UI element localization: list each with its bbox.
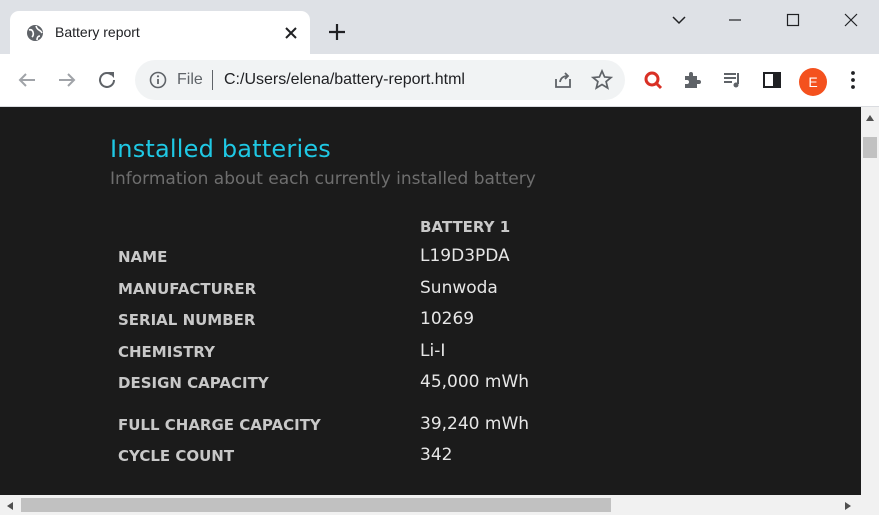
bookmark-star-icon[interactable] xyxy=(590,68,614,92)
globe-icon xyxy=(27,25,43,41)
scroll-up-arrow-icon[interactable] xyxy=(865,114,875,122)
side-panel-icon[interactable] xyxy=(760,68,784,92)
row-value-manufacturer: Sunwoda xyxy=(420,278,498,298)
back-icon[interactable] xyxy=(15,68,39,92)
row-label-full-charge-capacity: FULL CHARGE CAPACITY xyxy=(118,416,321,434)
row-value-name: L19D3PDA xyxy=(420,246,510,266)
battery-report-page: Installed batteries Information about ea… xyxy=(0,107,861,495)
forward-icon[interactable] xyxy=(55,68,79,92)
row-label-cycle-count: CYCLE COUNT xyxy=(118,447,235,465)
maximize-button[interactable] xyxy=(779,8,807,32)
tab-search-chevron-icon[interactable] xyxy=(665,8,693,32)
media-queue-icon[interactable] xyxy=(721,68,745,92)
tab-strip: Battery report xyxy=(0,0,879,54)
address-bar[interactable]: File C:/Users/elena/battery-report.html xyxy=(135,60,625,100)
minimize-button[interactable] xyxy=(721,8,749,32)
row-label-chemistry: CHEMISTRY xyxy=(118,343,215,361)
row-label-serial-number: SERIAL NUMBER xyxy=(118,311,256,329)
scroll-left-arrow-icon[interactable] xyxy=(6,501,14,511)
vertical-scrollbar[interactable] xyxy=(861,107,879,495)
section-subheading: Information about each currently install… xyxy=(110,169,536,189)
browser-toolbar: File C:/Users/elena/battery-report.html … xyxy=(0,54,879,107)
close-tab-icon[interactable] xyxy=(281,23,301,43)
extensions-puzzle-icon[interactable] xyxy=(681,68,705,92)
share-icon[interactable] xyxy=(551,68,575,92)
tab-title: Battery report xyxy=(55,24,140,40)
scroll-right-arrow-icon[interactable] xyxy=(844,501,852,511)
section-heading: Installed batteries xyxy=(110,135,332,163)
row-value-chemistry: Li-I xyxy=(420,341,446,361)
row-label-manufacturer: MANUFACTURER xyxy=(118,280,257,298)
vertical-scroll-thumb[interactable] xyxy=(863,137,877,158)
search-extension-icon[interactable] xyxy=(641,68,665,92)
row-value-full-charge-capacity: 39,240 mWh xyxy=(420,414,530,434)
row-label-name: NAME xyxy=(118,248,168,266)
more-menu-icon[interactable] xyxy=(841,68,865,92)
new-tab-button[interactable] xyxy=(326,21,348,43)
close-window-button[interactable] xyxy=(837,8,865,32)
tab-battery-report[interactable]: Battery report xyxy=(10,11,310,54)
row-value-cycle-count: 342 xyxy=(420,445,453,465)
info-icon[interactable] xyxy=(149,71,167,89)
row-value-design-capacity: 45,000 mWh xyxy=(420,372,530,392)
omnibox-divider xyxy=(212,70,213,90)
url-text[interactable]: C:/Users/elena/battery-report.html xyxy=(224,71,465,89)
profile-avatar[interactable]: E xyxy=(799,68,827,96)
row-label-design-capacity: DESIGN CAPACITY xyxy=(118,374,269,392)
row-value-serial-number: 10269 xyxy=(420,309,475,329)
battery-column-header: BATTERY 1 xyxy=(420,218,511,236)
horizontal-scroll-thumb[interactable] xyxy=(21,498,611,512)
scheme-label: File xyxy=(177,71,203,88)
reload-icon[interactable] xyxy=(95,68,119,92)
horizontal-scrollbar[interactable] xyxy=(0,495,879,515)
